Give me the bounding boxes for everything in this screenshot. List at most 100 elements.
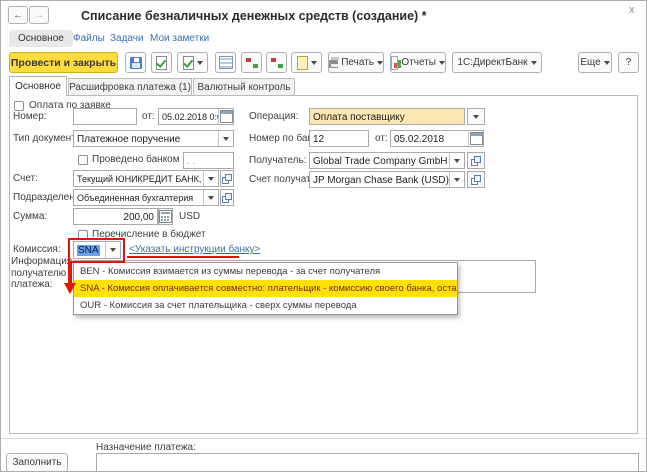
- close-icon[interactable]: x: [629, 4, 635, 16]
- annotation-arrow-line: [68, 262, 72, 283]
- chevron-down-icon: [439, 61, 445, 65]
- payee-open-button[interactable]: [467, 152, 485, 169]
- dropdown-item-sna[interactable]: SNA - Комиссия оплачивается совместно: п…: [74, 280, 457, 297]
- bank-date-input[interactable]: 05.02.2018: [390, 130, 484, 147]
- calendar-button[interactable]: [218, 109, 233, 124]
- chevron-down-icon: [377, 61, 383, 65]
- calendar-icon: [470, 132, 483, 145]
- dropdown-item-ben[interactable]: BEN - Комиссия взимается из суммы перево…: [74, 263, 457, 280]
- pay-on-request-checkbox[interactable]: [14, 101, 24, 111]
- directbank-button[interactable]: 1С:ДиректБанк: [452, 52, 542, 73]
- chevron-down-icon: [531, 61, 537, 65]
- purpose-input[interactable]: [96, 453, 639, 472]
- report-icon: [391, 56, 398, 70]
- nav-tab-main[interactable]: Основное: [9, 30, 73, 47]
- payee-account-value: JP Morgan Chase Bank (USD): [310, 172, 449, 187]
- tab-main-label: Основное: [15, 81, 61, 92]
- operation-dropdown-button[interactable]: [467, 108, 485, 125]
- dt-kt-button[interactable]: [266, 52, 287, 73]
- annotation-red-underline: [127, 256, 239, 258]
- printer-icon: [329, 60, 338, 68]
- dt-kt-icon: [271, 57, 283, 69]
- calculator-icon: [159, 210, 172, 223]
- tab-payment-details-label: Расшифровка платежа (1): [69, 82, 191, 93]
- date-input[interactable]: 05.02.2018 0:00:00: [158, 108, 234, 125]
- create-based-on-icon: [183, 56, 194, 70]
- bank-date-value: 05.02.2018: [391, 131, 468, 146]
- nav-link-tasks[interactable]: Задачи: [110, 33, 144, 44]
- commission-label: Комиссия:: [13, 244, 61, 255]
- currency-label: USD: [179, 211, 200, 222]
- bank-number-input[interactable]: 12: [309, 130, 369, 147]
- annotation-arrow-head-icon: [64, 283, 76, 294]
- bank-date-from-label: от:: [375, 133, 388, 144]
- department-dropdown-button[interactable]: [203, 190, 218, 205]
- chevron-down-icon: [208, 177, 214, 181]
- fill-button-label: Заполнить: [12, 457, 61, 468]
- tab-main[interactable]: Основное: [9, 76, 67, 96]
- chevron-down-icon: [197, 61, 203, 65]
- post-button[interactable]: [151, 52, 172, 73]
- document-register-button[interactable]: [215, 52, 236, 73]
- bank-posted-date-input[interactable]: . .: [183, 152, 234, 169]
- attached-files-icon: [297, 56, 308, 70]
- fill-button[interactable]: Заполнить: [6, 453, 68, 472]
- save-icon: [130, 57, 142, 69]
- payee-select[interactable]: Global Trade Company GmbH: [309, 152, 465, 169]
- dropdown-item-our[interactable]: OUR - Комиссия за счет плательщика - све…: [74, 297, 457, 314]
- tab-currency-control[interactable]: Валютный контроль: [193, 78, 295, 96]
- date-from-label: от:: [142, 111, 155, 122]
- back-button[interactable]: ←: [8, 6, 28, 24]
- create-based-on-button[interactable]: [177, 52, 208, 73]
- forward-icon: →: [34, 10, 44, 21]
- attached-files-button[interactable]: [291, 52, 322, 73]
- document-window: ← → Списание безналичных денежных средст…: [0, 0, 647, 472]
- save-button[interactable]: [125, 52, 146, 73]
- bank-instructions-link[interactable]: <Указать инструкции банку>: [129, 244, 260, 255]
- chevron-down-icon: [208, 196, 214, 200]
- department-select[interactable]: Объединенная бухгалтерия: [73, 189, 219, 206]
- bank-posted-checkbox[interactable]: [78, 155, 88, 165]
- operation-label: Операция:: [249, 111, 298, 122]
- tab-payment-details[interactable]: Расшифровка платежа (1): [68, 78, 192, 96]
- more-button[interactable]: Еще: [578, 52, 612, 73]
- doc-type-select[interactable]: Платежное поручение: [73, 130, 234, 147]
- account-open-button[interactable]: [220, 170, 234, 187]
- chevron-down-icon: [454, 178, 460, 182]
- account-dropdown-button[interactable]: [203, 171, 218, 186]
- calculator-button[interactable]: [158, 208, 173, 225]
- payee-value: Global Trade Company GmbH: [310, 153, 449, 168]
- number-input[interactable]: [73, 108, 137, 125]
- movements-button[interactable]: [241, 52, 262, 73]
- doc-type-dropdown-button[interactable]: [218, 131, 233, 146]
- operation-input[interactable]: Оплата поставщику: [309, 108, 465, 125]
- account-value: Текущий ЮНИКРЕДИТ БАНК, Деловой: [74, 171, 203, 186]
- print-button[interactable]: Печать: [328, 52, 384, 73]
- department-value: Объединенная бухгалтерия: [74, 190, 203, 205]
- department-open-button[interactable]: [220, 189, 234, 206]
- payee-account-open-button[interactable]: [467, 171, 485, 188]
- document-register-icon: [219, 56, 233, 69]
- back-icon: ←: [13, 10, 23, 21]
- help-button[interactable]: ?: [618, 52, 639, 73]
- page-title: Списание безналичных денежных средств (с…: [81, 9, 427, 23]
- payee-account-select[interactable]: JP Morgan Chase Bank (USD): [309, 171, 465, 188]
- payee-dropdown-button[interactable]: [449, 153, 464, 168]
- chevron-down-icon: [223, 137, 229, 141]
- amount-label: Сумма:: [13, 211, 47, 222]
- nav-link-notes[interactable]: Мои заметки: [150, 33, 209, 44]
- date-value: 05.02.2018 0:00:00: [159, 109, 218, 124]
- calendar-button[interactable]: [468, 131, 483, 146]
- footer-divider: [1, 438, 646, 439]
- reports-button[interactable]: Отчеты: [390, 52, 446, 73]
- amount-input[interactable]: 200,00: [73, 208, 158, 225]
- account-select[interactable]: Текущий ЮНИКРЕДИТ БАНК, Деловой: [73, 170, 219, 187]
- forward-button[interactable]: →: [29, 6, 49, 24]
- annotation-red-box: [68, 238, 125, 263]
- post-and-close-button[interactable]: Провести и закрыть: [9, 52, 118, 73]
- nav-tab-main-label: Основное: [18, 33, 64, 44]
- commission-dropdown-list: BEN - Комиссия взимается из суммы перево…: [73, 262, 458, 315]
- payee-account-dropdown-button[interactable]: [449, 172, 464, 187]
- nav-link-files[interactable]: Файлы: [73, 33, 105, 44]
- number-label: Номер:: [13, 111, 47, 122]
